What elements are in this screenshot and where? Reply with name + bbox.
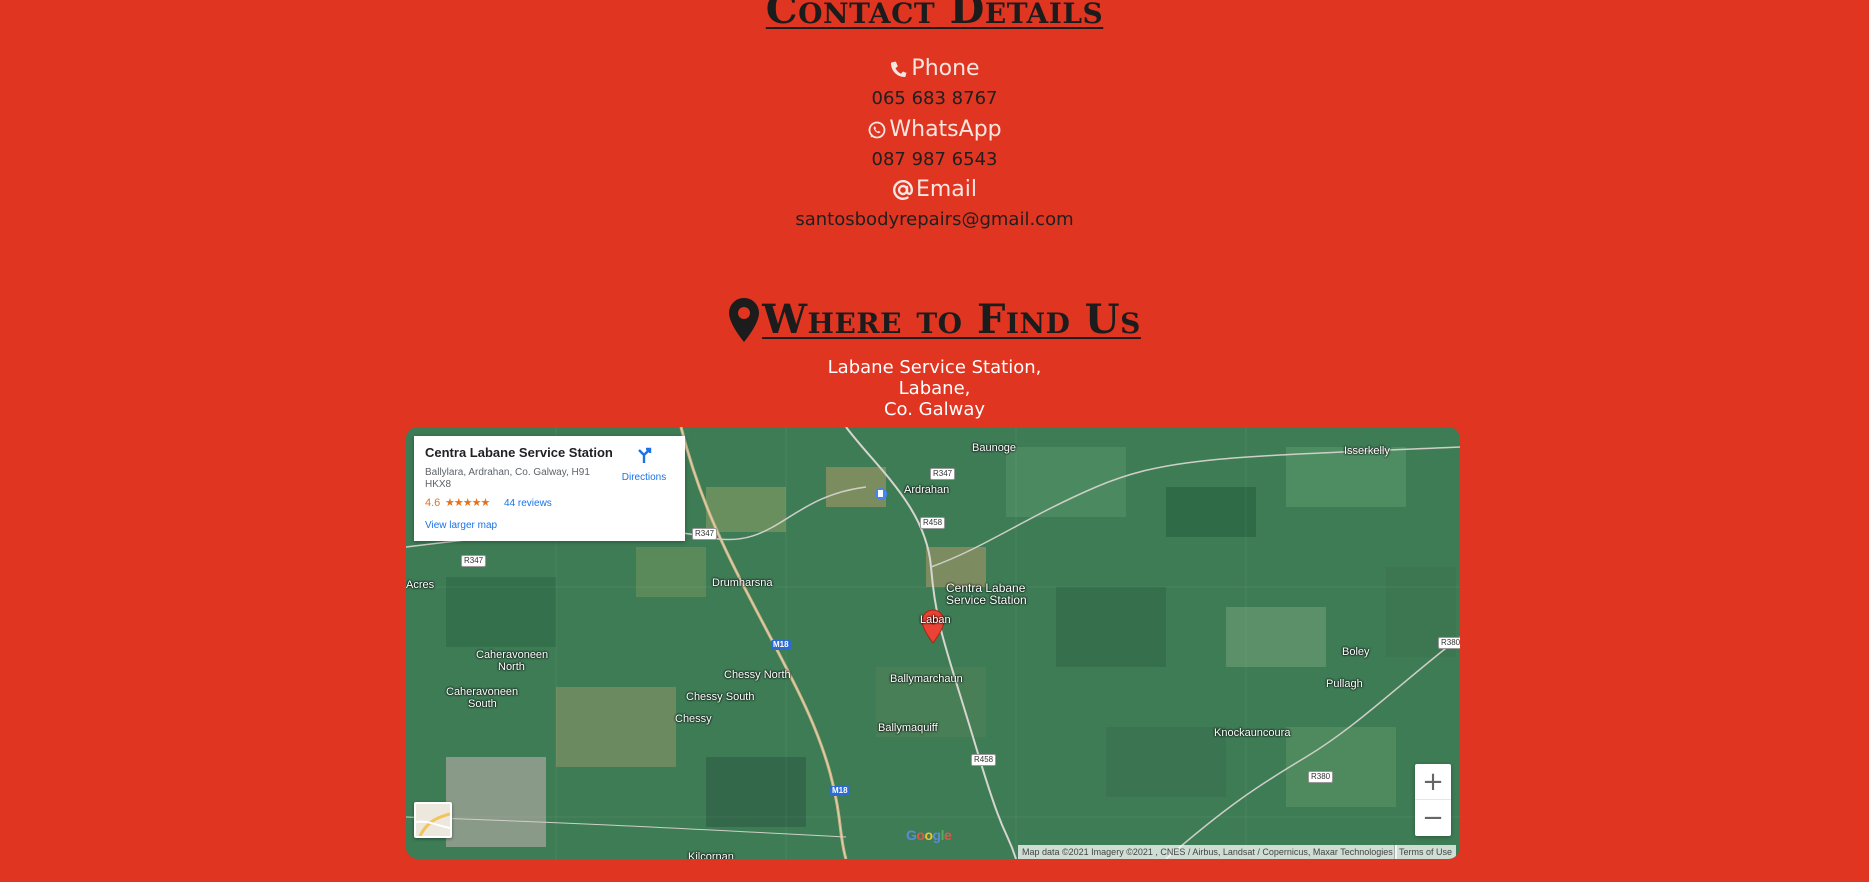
map-marker-icon [728,297,760,343]
phone-label: Phone [911,56,980,81]
email-heading: Email [0,177,1869,202]
email-label: Email [915,177,978,202]
map-attribution: Map data ©2021 Imagery ©2021 , CNES / Ai… [1018,845,1397,859]
place-label: South [468,698,497,710]
road-shield: R347 [692,528,718,540]
place-label: Acres [406,579,435,591]
find-us-title: Where to Find Us [762,296,1141,343]
place-label: Chessy [675,713,712,725]
road-shield: R458 [971,754,997,766]
address-line-3: Co. Galway [883,399,986,420]
place-info-card: Centra Labane Service Station Ballylara,… [414,436,685,541]
map-layer-icon [415,804,451,837]
address-line-1: Labane Service Station, [827,357,1042,378]
place-label: Laban [920,614,951,626]
rating-stars: ★★★★★ [445,497,490,509]
find-us-heading: Where to Find Us [0,296,1869,343]
place-label: Drumharsna [712,577,773,589]
pin-label[interactable]: Centra Labane Service Station [946,582,1027,606]
address-line-2: Labane, [898,378,971,399]
road-shield: M18 [830,786,850,796]
terms-of-use-link[interactable]: Terms of Use [1394,845,1457,859]
road-shield: R347 [461,555,487,567]
place-label: Ardrahan [904,484,950,496]
road-shield: R380 [1308,771,1334,783]
place-label: Baunoge [972,442,1017,454]
map-layer-toggle[interactable] [414,802,452,838]
whatsapp-label: WhatsApp [889,117,1002,142]
place-label: Chessy North [724,669,791,681]
place-label: Knockauncoura [1214,727,1291,739]
directions-button[interactable]: Directions [614,446,674,483]
zoom-out-button[interactable]: − [1415,800,1451,836]
road-shield: R458 [920,517,946,529]
place-address: Ballylara, Ardrahan, Co. Galway, H91 HKX… [425,467,590,490]
phone-heading: Phone [0,56,1869,81]
place-label: Ballymaquiff [878,722,938,734]
zoom-controls: + − [1415,764,1451,836]
place-label: Caheravoneen [476,649,549,661]
whatsapp-heading: WhatsApp [0,117,1869,142]
place-label: Boley [1342,646,1370,658]
place-label: Pullagh [1326,678,1363,690]
contact-title: Contact Details [765,0,1104,33]
place-label: Isserkelly [1344,445,1390,457]
place-label: Caheravoneen [446,686,519,698]
phone-number-link[interactable]: 065 683 8767 [0,88,1869,109]
email-address-link[interactable]: santosbodyrepairs@gmail.com [0,209,1869,230]
phone-icon [889,59,909,79]
road-shield: R380 [1438,637,1460,649]
reviews-link[interactable]: 44 reviews [504,498,552,509]
whatsapp-icon [867,120,887,140]
directions-label: Directions [621,472,667,483]
place-rating: 4.6 [425,497,441,509]
road-shield: R347 [930,468,956,480]
place-label: Ballymarchaun [890,673,963,685]
place-name: Centra Labane Service Station [425,445,613,460]
google-logo: Google [906,827,952,843]
directions-icon [635,446,653,464]
place-label: Chessy South [686,691,755,703]
page: Contact Details Phone 065 683 8767 Whats… [0,0,1869,882]
place-label: Kilcornan [688,851,734,859]
whatsapp-number-link[interactable]: 087 987 6543 [0,149,1869,170]
zoom-in-button[interactable]: + [1415,764,1451,800]
at-icon [892,179,914,201]
map-embed[interactable]: Baunoge Isserkelly Ardrahan Acres Drumha… [406,427,1460,859]
place-label: North [498,661,525,673]
view-larger-map-link[interactable]: View larger map [425,520,497,531]
road-shield: M18 [771,640,791,650]
